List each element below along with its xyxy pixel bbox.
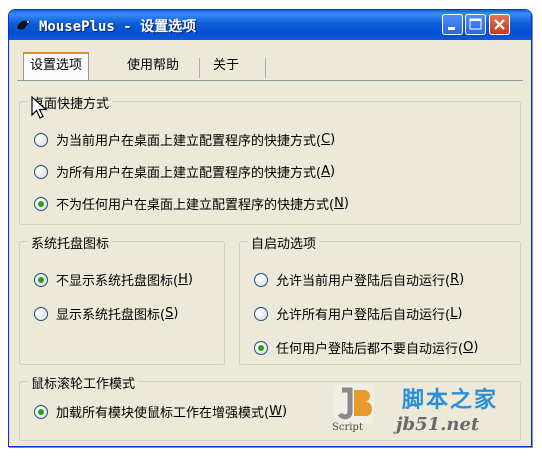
option-close: ) xyxy=(329,164,336,179)
tab-about[interactable]: 关于 xyxy=(207,54,245,78)
option-hotkey: R xyxy=(450,272,460,287)
title-bar[interactable]: MousePlus - 设置选项 xyxy=(9,10,531,40)
option-hotkey: S xyxy=(165,306,174,321)
tray-hide-option[interactable]: 不显示系统托盘图标(H) xyxy=(34,270,193,289)
option-close: ) xyxy=(330,132,336,147)
option-label: 为当前用户在桌面上建立配置程序的快捷方式( xyxy=(56,134,322,149)
close-icon xyxy=(494,19,505,30)
radio-button[interactable] xyxy=(254,272,268,287)
option-label: 任何用户登陆后都不要自动运行( xyxy=(276,342,464,357)
wheel-mode-legend: 鼠标滚轮工作模式 xyxy=(28,373,139,392)
tray-show-option[interactable]: 显示系统托盘图标(S) xyxy=(34,304,178,323)
option-hotkey: W xyxy=(269,404,282,419)
option-close: ) xyxy=(187,272,193,287)
shortcut-current-user-option[interactable]: 为当前用户在桌面上建立配置程序的快捷方式(C) xyxy=(34,130,335,149)
shortcut-all-users-option[interactable]: 为所有用户在桌面上建立配置程序的快捷方式(A) xyxy=(34,162,335,181)
autostart-all-users-option[interactable]: 允许所有用户登陆后自动运行(L) xyxy=(254,304,462,323)
minimize-button[interactable] xyxy=(442,14,463,35)
shortcut-no-user-option[interactable]: 不为任何用户在桌面上建立配置程序的快捷方式(N) xyxy=(34,194,349,213)
watermark-site-name: 脚本之家 xyxy=(402,388,499,413)
radio-button-checked[interactable] xyxy=(34,196,48,211)
site-watermark: Script 脚本之家 jb51.net xyxy=(322,378,522,440)
autostart-current-user-option[interactable]: 允许当前用户登陆后自动运行(R) xyxy=(254,270,464,289)
tab-help[interactable]: 使用帮助 xyxy=(121,54,185,78)
watermark-url: jb51.net xyxy=(396,414,480,435)
option-label: 不显示系统托盘图标( xyxy=(56,274,179,289)
option-label: 允许所有用户登陆后自动运行( xyxy=(276,308,451,323)
option-hotkey: C xyxy=(321,132,331,147)
tab-about-label: 关于 xyxy=(213,58,240,73)
tab-bar: 设置选项 使用帮助 关于 xyxy=(17,52,523,80)
tab-separator xyxy=(265,58,266,78)
option-label: 显示系统托盘图标( xyxy=(56,308,166,323)
autostart-group: 自启动选项 允许当前用户登陆后自动运行(R) 允许所有用户登陆后自动运行(L) … xyxy=(239,233,521,365)
autostart-legend: 自启动选项 xyxy=(248,233,320,252)
radio-button[interactable] xyxy=(34,164,48,179)
option-label: 加载所有模块使鼠标工作在增强模式( xyxy=(56,406,270,421)
maximize-icon xyxy=(469,18,482,30)
mouse-cursor-icon xyxy=(31,96,48,119)
option-close: ) xyxy=(459,272,465,287)
watermark-script-text: Script xyxy=(332,422,363,433)
wheel-enhanced-option[interactable]: 加载所有模块使鼠标工作在增强模式(W) xyxy=(34,402,287,421)
tray-icon-group: 系统托盘图标 不显示系统托盘图标(H) 显示系统托盘图标(S) xyxy=(19,233,225,365)
option-hotkey: O xyxy=(463,340,474,355)
tab-settings[interactable]: 设置选项 xyxy=(23,52,90,80)
option-hotkey: L xyxy=(450,306,458,321)
option-close: ) xyxy=(457,306,463,321)
radio-button[interactable] xyxy=(254,306,268,321)
option-close: ) xyxy=(173,306,179,321)
option-hotkey: A xyxy=(321,164,330,179)
window-title: MousePlus - 设置选项 xyxy=(39,19,197,35)
option-close: ) xyxy=(473,340,479,355)
option-close: ) xyxy=(343,196,349,211)
option-label: 不为任何用户在桌面上建立配置程序的快捷方式( xyxy=(56,198,335,213)
minimize-icon xyxy=(448,27,455,30)
close-button[interactable] xyxy=(489,14,510,35)
mouse-app-icon xyxy=(17,20,31,30)
radio-button[interactable] xyxy=(34,132,48,147)
tray-icon-legend: 系统托盘图标 xyxy=(28,233,113,252)
radio-button-checked[interactable] xyxy=(254,340,268,355)
autostart-none-option[interactable]: 任何用户登陆后都不要自动运行(O) xyxy=(254,338,478,357)
maximize-button[interactable] xyxy=(465,14,486,35)
radio-button-checked[interactable] xyxy=(34,272,48,287)
option-close: ) xyxy=(281,404,288,419)
tab-separator xyxy=(199,58,200,78)
desktop-shortcut-group: 桌面快捷方式 为当前用户在桌面上建立配置程序的快捷方式(C) 为所有用户在桌面上… xyxy=(19,93,521,225)
option-hotkey: H xyxy=(178,272,188,287)
option-label: 允许当前用户登陆后自动运行( xyxy=(276,274,451,289)
option-hotkey: N xyxy=(334,196,344,211)
radio-button[interactable] xyxy=(34,306,48,321)
radio-button-checked[interactable] xyxy=(34,404,48,419)
tab-settings-label: 设置选项 xyxy=(30,58,83,73)
option-label: 为所有用户在桌面上建立配置程序的快捷方式( xyxy=(56,166,322,181)
tab-help-label: 使用帮助 xyxy=(127,58,180,73)
